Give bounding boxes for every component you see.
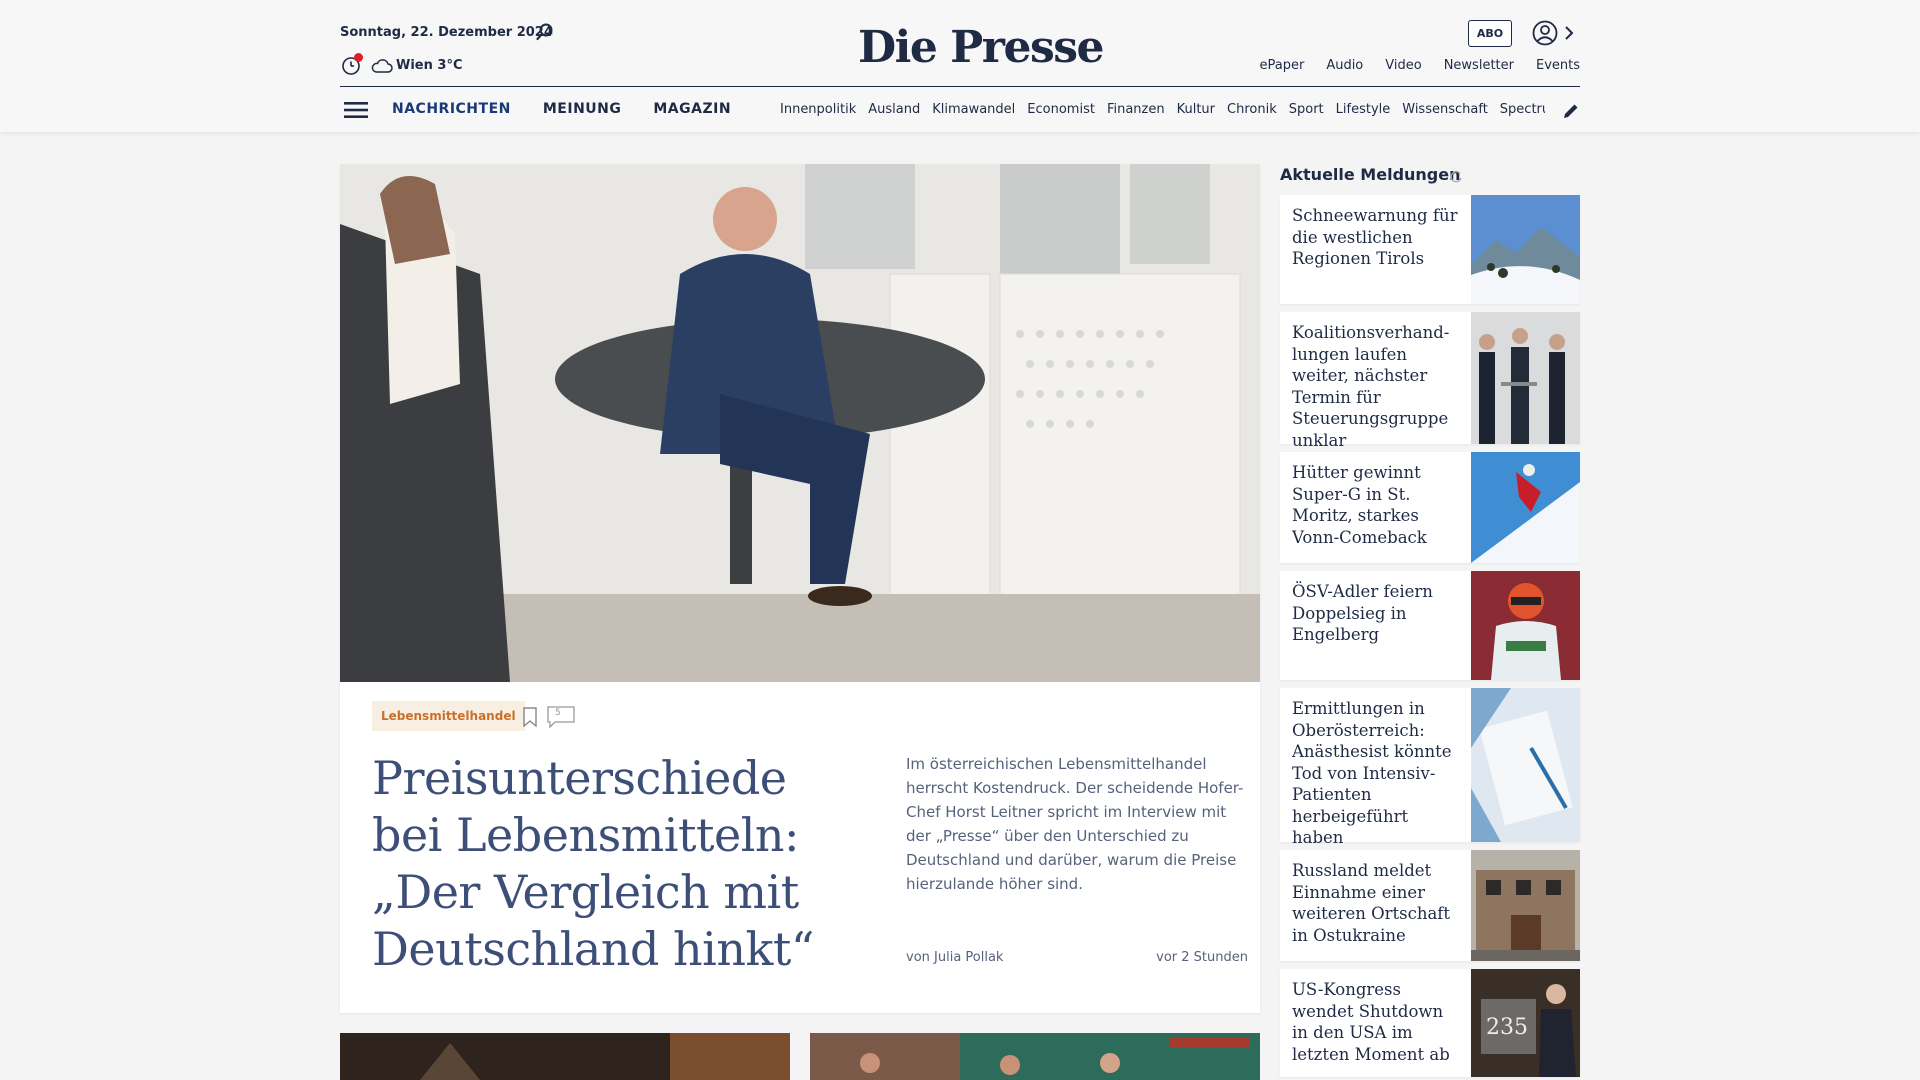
header-divider (340, 86, 1580, 87)
top-link-newsletter[interactable]: Newsletter (1444, 58, 1514, 73)
current-date: Sonntag, 22. Dezember 2024 (340, 25, 553, 40)
weather-label[interactable]: Wien 3°C (396, 58, 462, 73)
section-innenpolitik[interactable]: Innenpolitik (780, 102, 856, 117)
site-logo[interactable]: Die Presse (858, 22, 1104, 73)
section-sport[interactable]: Sport (1289, 102, 1324, 117)
top-link-epaper[interactable]: ePaper (1259, 58, 1304, 73)
section-wissenschaft[interactable]: Wissenschaft (1402, 102, 1488, 117)
abo-button[interactable]: ABO (1468, 20, 1512, 47)
hero-article[interactable]: Lebensmittelhandel 5 Preisunterschiede b… (340, 164, 1260, 1013)
top-link-audio[interactable]: Audio (1326, 58, 1363, 73)
news-item-title[interactable]: ÖSV-Adler feiern Doppelsieg in Engelberg (1292, 581, 1462, 646)
comment-icon[interactable] (547, 706, 575, 728)
nav-magazin[interactable]: MAGAZIN (653, 101, 731, 117)
news-item-title[interactable]: US-Kongress wendet Shutdown in den USA i… (1292, 979, 1462, 1065)
news-item[interactable]: Hütter gewinnt Super-G in St. Moritz, st… (1280, 452, 1580, 563)
top-links: ePaper Audio Video Newsletter Events (1259, 58, 1580, 73)
news-thumbnail[interactable] (1471, 850, 1580, 961)
news-thumbnail[interactable]: 235 (1471, 969, 1580, 1077)
news-thumbnail[interactable] (1471, 571, 1580, 680)
hero-teaser: Im österreichischen Lebensmittelhandel h… (906, 755, 1244, 893)
news-thumbnail[interactable] (1471, 312, 1580, 444)
news-item-title[interactable]: Koalitionsverhand­lungen laufen weiter, … (1292, 322, 1462, 451)
news-thumbnail[interactable] (1471, 688, 1580, 842)
cloud-icon (371, 59, 393, 73)
top-link-video[interactable]: Video (1385, 58, 1421, 73)
teaser-card-image[interactable] (340, 1033, 790, 1080)
section-nav: Innenpolitik Ausland Klimawandel Economist F… (780, 102, 1545, 117)
news-item[interactable]: US-Kongress wendet Shutdown in den USA i… (1280, 969, 1580, 1077)
section-spectrum[interactable]: Spectrum (1500, 102, 1545, 117)
hero-headline[interactable]: Preisunterschiede bei Lebensmitteln: „De… (372, 750, 822, 978)
news-item-title[interactable]: Russland meldet Einnahme einer weiteren … (1292, 860, 1462, 946)
section-economist[interactable]: Economist (1027, 102, 1095, 117)
section-kultur[interactable]: Kultur (1177, 102, 1215, 117)
section-ausland[interactable]: Ausland (868, 102, 920, 117)
svg-text:235: 235 (1486, 1015, 1528, 1040)
news-item-title[interactable]: Schneewarnung für die westlichen Regione… (1292, 205, 1462, 270)
news-item[interactable]: Koalitionsverhand­lungen laufen weiter, … (1280, 312, 1580, 450)
news-item[interactable]: ÖSV-Adler feiern Doppelsieg in Engelberg (1280, 571, 1580, 680)
search-icon[interactable] (535, 22, 555, 42)
section-klimawandel[interactable]: Klimawandel (932, 102, 1015, 117)
nav-meinung[interactable]: MEINUNG (543, 101, 622, 117)
news-thumbnail[interactable] (1471, 195, 1580, 304)
user-account-icon[interactable] (1532, 20, 1558, 46)
pencil-icon[interactable] (1562, 102, 1580, 120)
nav-nachrichten[interactable]: NACHRICHTEN (392, 101, 511, 117)
news-item[interactable]: Russland meldet Einnahme einer weiteren … (1280, 850, 1580, 961)
menu-icon[interactable] (344, 101, 368, 119)
news-item[interactable]: Schneewarnung für die westlichen Regione… (1280, 195, 1580, 304)
notification-dot (354, 53, 363, 62)
sidebar-title: Aktuelle Meldungen (1280, 165, 1461, 184)
site-header: Sonntag, 22. Dezember 2024 Wien 3°C Die … (0, 0, 1920, 132)
main-nav: NACHRICHTEN MEINUNG MAGAZIN (392, 101, 731, 117)
chevron-right-icon[interactable] (1563, 24, 1575, 42)
refresh-icon (1450, 171, 1462, 183)
section-lifestyle[interactable]: Lifestyle (1336, 102, 1391, 117)
hero-timestamp: vor 2 Stunden (1156, 950, 1248, 965)
hero-author: von Julia Pollak (906, 950, 1004, 965)
news-thumbnail[interactable] (1471, 452, 1580, 563)
category-tag[interactable]: Lebensmittelhandel (372, 701, 525, 731)
news-item-title[interactable]: Ermittlungen in Oberösterreich: Anästhes… (1292, 698, 1462, 849)
top-link-events[interactable]: Events (1536, 58, 1580, 73)
news-item[interactable]: Ermittlungen in Oberösterreich: Anästhes… (1280, 688, 1580, 847)
teaser-card-image[interactable] (810, 1033, 1260, 1080)
section-chronik[interactable]: Chronik (1227, 102, 1277, 117)
hero-photo[interactable] (340, 164, 1260, 682)
bookmark-icon[interactable] (522, 707, 538, 727)
section-finanzen[interactable]: Finanzen (1107, 102, 1165, 117)
news-item-title[interactable]: Hütter gewinnt Super-G in St. Moritz, st… (1292, 462, 1462, 548)
comment-count: 5 (555, 708, 561, 718)
